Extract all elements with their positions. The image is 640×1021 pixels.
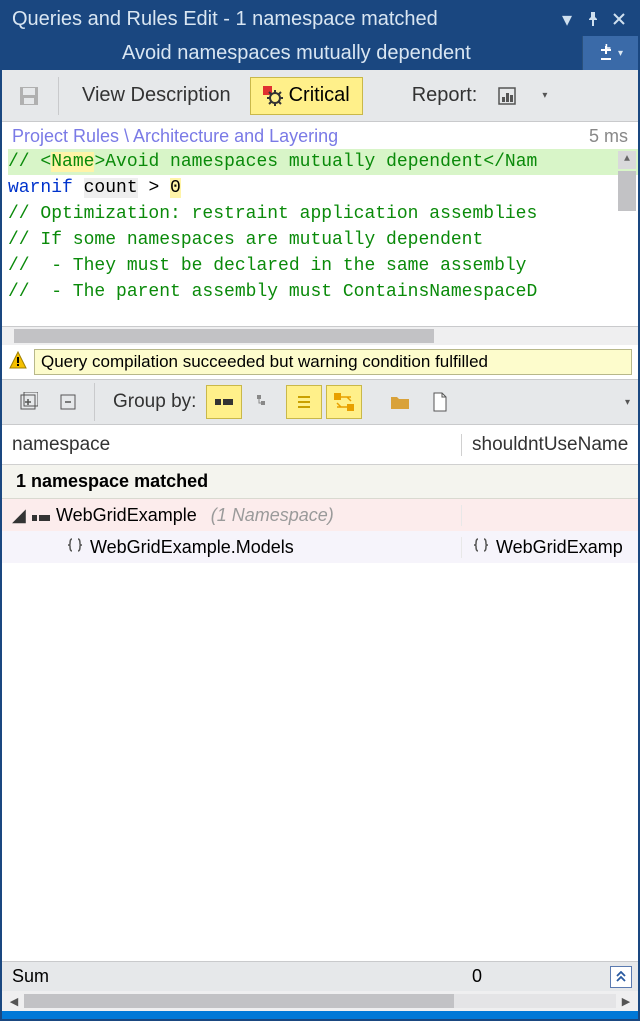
- column-namespace[interactable]: namespace: [2, 434, 462, 456]
- column-headers: namespace shouldntUseName: [2, 425, 638, 465]
- summary-value: 0: [472, 966, 482, 987]
- status-row: Query compilation succeeded but warning …: [2, 345, 638, 379]
- window-title: Queries and Rules Edit - 1 namespace mat…: [12, 8, 554, 31]
- breadcrumb: Project Rules \ Architecture and Layerin…: [2, 122, 638, 149]
- group-list-icon[interactable]: [286, 385, 322, 419]
- report-chart-icon[interactable]: [488, 77, 526, 115]
- warning-icon: [8, 350, 28, 374]
- results-tree: ◢ WebGridExample (1 Namespace) WebGridEx…: [2, 499, 638, 961]
- folder-icon[interactable]: [382, 385, 418, 419]
- status-message: Query compilation succeeded but warning …: [34, 349, 632, 375]
- summary-row: Sum 0: [2, 961, 638, 991]
- toolbar-overflow-icon[interactable]: ▾: [625, 397, 630, 408]
- title-bar: Queries and Rules Edit - 1 namespace mat…: [2, 2, 638, 36]
- table-row[interactable]: ◢ WebGridExample (1 Namespace): [2, 499, 638, 531]
- row-col2-value: WebGridExamp: [496, 537, 623, 558]
- code-horizontal-scrollbar[interactable]: [2, 327, 638, 345]
- row-name: WebGridExample.Models: [90, 537, 294, 558]
- view-description-label: View Description: [82, 84, 231, 107]
- results-horizontal-scrollbar[interactable]: ◀ ▶: [2, 991, 638, 1011]
- execution-time: 5 ms: [589, 126, 628, 147]
- braces-icon: [66, 537, 84, 558]
- vertical-scrollbar[interactable]: [618, 171, 636, 211]
- toolbar-separator: [94, 383, 95, 421]
- table-row[interactable]: WebGridExample.Models WebGridExamp: [2, 531, 638, 563]
- view-description-button[interactable]: View Description: [69, 77, 244, 115]
- scroll-left-icon[interactable]: ◀: [6, 993, 22, 1009]
- group-dependency-icon[interactable]: [326, 385, 362, 419]
- group-by-label: Group by:: [113, 391, 196, 413]
- group-type-icon[interactable]: [246, 385, 282, 419]
- file-icon[interactable]: [422, 385, 458, 419]
- braces-icon: [472, 537, 490, 558]
- collapse-all-icon[interactable]: [50, 385, 86, 419]
- critical-label: Critical: [289, 84, 350, 107]
- scroll-right-icon[interactable]: ▶: [618, 993, 634, 1009]
- gear-critical-icon: [263, 86, 283, 106]
- namespace-icon: [32, 508, 50, 522]
- main-toolbar: View Description Critical Report: ▾: [2, 70, 638, 122]
- window-menu-icon[interactable]: ▾: [554, 6, 580, 32]
- breadcrumb-path[interactable]: Project Rules \ Architecture and Layerin…: [12, 126, 338, 147]
- column-shouldnt-use[interactable]: shouldntUseName: [462, 434, 638, 456]
- add-dropdown-button[interactable]: ▾: [582, 36, 638, 70]
- results-toolbar: Group by: ▾: [2, 379, 638, 425]
- code-editor[interactable]: ▲ // <Name>Avoid namespaces mutually dep…: [2, 149, 638, 327]
- summary-label: Sum: [2, 966, 462, 987]
- row-hint: (1 Namespace): [211, 505, 334, 526]
- scroll-up-icon[interactable]: ▲: [618, 151, 636, 169]
- scroll-top-icon[interactable]: [610, 966, 632, 988]
- report-label: Report:: [399, 77, 483, 115]
- expand-all-icon[interactable]: [10, 385, 46, 419]
- subtitle-text: Avoid namespaces mutually dependent: [122, 42, 582, 65]
- group-namespace-icon[interactable]: [206, 385, 242, 419]
- pin-icon[interactable]: [580, 6, 606, 32]
- group-header: 1 namespace matched: [2, 465, 638, 499]
- critical-button[interactable]: Critical: [250, 77, 363, 115]
- save-icon[interactable]: [10, 77, 48, 115]
- expander-icon[interactable]: ◢: [12, 505, 26, 526]
- report-dropdown-icon[interactable]: ▾: [542, 90, 547, 101]
- row-name: WebGridExample: [56, 505, 197, 526]
- subtitle-bar: Avoid namespaces mutually dependent ▾: [2, 36, 638, 70]
- footer-bar: [2, 1011, 638, 1019]
- toolbar-separator: [58, 77, 59, 115]
- close-icon[interactable]: [606, 6, 632, 32]
